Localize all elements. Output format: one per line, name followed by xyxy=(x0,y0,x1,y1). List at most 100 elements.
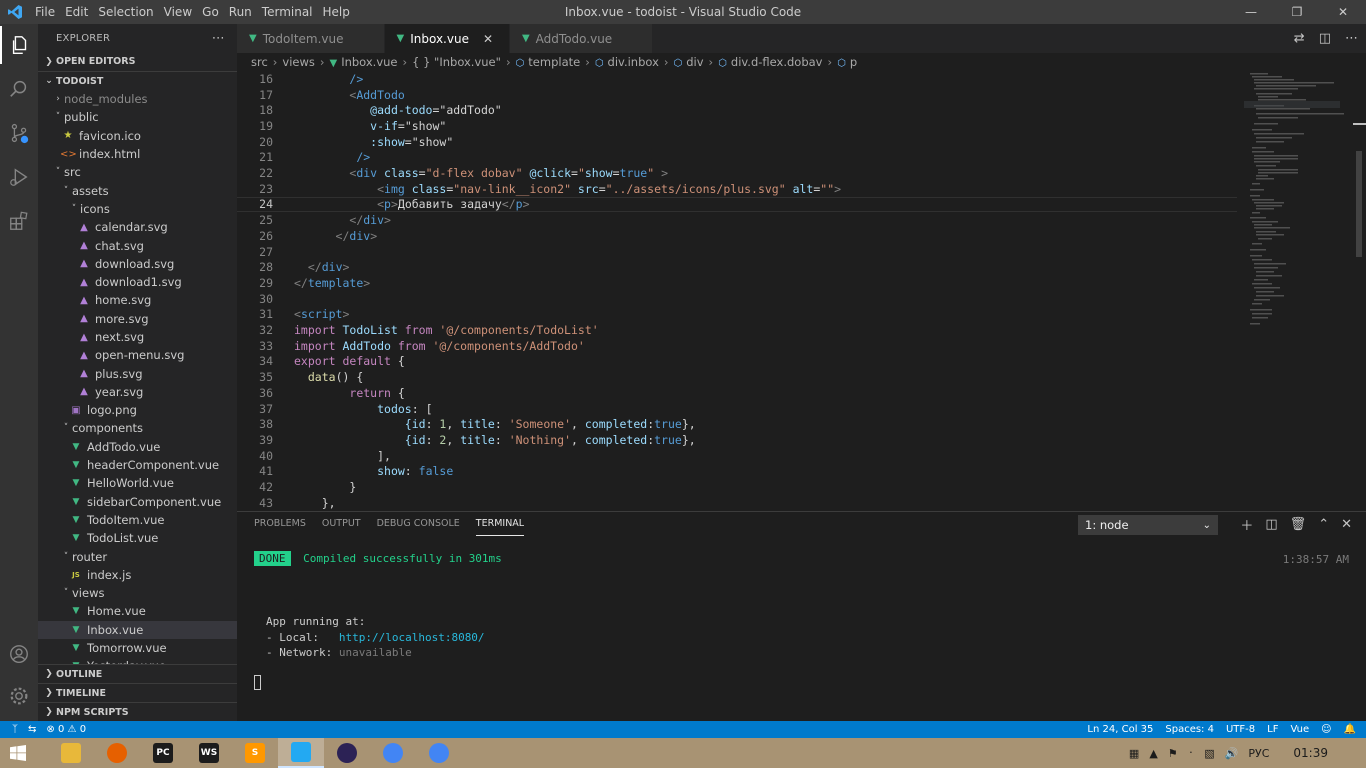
project-section[interactable]: ⌄ TODOIST xyxy=(38,71,237,90)
terminal-select[interactable]: 1: node ⌄ xyxy=(1078,515,1218,535)
file-tree-item[interactable]: ▲ plus.svg xyxy=(38,364,237,382)
problems-indicator[interactable]: ⊗ 0 ⚠ 0 xyxy=(46,724,86,735)
menu-item[interactable]: Go xyxy=(197,0,224,24)
breadcrumb-item[interactable]: ⬡ div xyxy=(674,55,704,69)
maximize-panel-chevron-up-icon[interactable]: ⌃ xyxy=(1318,517,1329,532)
more-actions-icon[interactable]: ⋯ xyxy=(212,31,225,46)
volume-icon[interactable]: 🔊 xyxy=(1225,747,1239,760)
file-tree-item[interactable]: › node_modules xyxy=(38,90,237,108)
file-tree-item[interactable]: ▲ calendar.svg xyxy=(38,218,237,236)
file-tree-item[interactable]: ▼ TodoList.vue xyxy=(38,529,237,547)
file-tree-item[interactable]: ▲ more.svg xyxy=(38,310,237,328)
taskbar-app[interactable] xyxy=(324,738,370,768)
file-tree-item[interactable]: ▼ HelloWorld.vue xyxy=(38,474,237,492)
file-tree-item[interactable]: ▼ Home.vue xyxy=(38,602,237,620)
manage-gear-icon[interactable] xyxy=(0,677,38,715)
restore-icon[interactable]: ❐ xyxy=(1274,0,1320,24)
file-tree-item[interactable]: ▲ next.svg xyxy=(38,328,237,346)
file-tree-item[interactable]: ▣ logo.png xyxy=(38,401,237,419)
breadcrumb-item[interactable]: ⬡ p xyxy=(837,55,857,69)
file-tree-item[interactable]: ▲ open-menu.svg xyxy=(38,346,237,364)
accounts-icon[interactable] xyxy=(0,635,38,673)
editor-tab[interactable]: ▼ TodoItem.vue xyxy=(237,24,385,53)
close-tab-icon[interactable]: ✕ xyxy=(483,32,497,46)
taskbar-app[interactable]: WS xyxy=(186,738,232,768)
file-tree-item[interactable]: JS index.js xyxy=(38,566,237,584)
input-language[interactable]: РУС xyxy=(1248,747,1269,760)
file-tree-item[interactable]: ˅ icons xyxy=(38,200,237,218)
network-signal-icon[interactable]: ▲ xyxy=(1149,747,1157,760)
file-tree-item[interactable]: ▼ TodoItem.vue xyxy=(38,511,237,529)
taskbar-clock[interactable]: 01:39 xyxy=(1293,746,1328,760)
new-terminal-plus-icon[interactable]: ＋ xyxy=(1240,515,1253,534)
flag-icon[interactable]: ⚑ xyxy=(1168,747,1178,760)
file-tree-item[interactable]: ˅ assets xyxy=(38,181,237,199)
taskbar-app[interactable] xyxy=(416,738,462,768)
minimize-icon[interactable]: — xyxy=(1228,0,1274,24)
file-tree-item[interactable]: ˅ src xyxy=(38,163,237,181)
menu-item[interactable]: Terminal xyxy=(257,0,318,24)
local-url-link[interactable]: http://localhost:8080/ xyxy=(339,631,485,644)
kill-terminal-trash-icon[interactable]: 🗑 xyxy=(1290,517,1307,532)
cursor-position[interactable]: Ln 24, Col 35 xyxy=(1087,724,1153,735)
taskbar-app[interactable] xyxy=(94,738,140,768)
breadcrumb-item[interactable]: { } "Inbox.vue" xyxy=(412,55,501,69)
open-changes-icon[interactable]: ⇄ xyxy=(1294,31,1305,46)
file-tree-item[interactable]: ▼ headerComponent.vue xyxy=(38,456,237,474)
file-tree-item[interactable]: ▼ Inbox.vue xyxy=(38,620,237,639)
file-tree-item[interactable]: ★ favicon.ico xyxy=(38,127,237,145)
editor-scrollbar[interactable] xyxy=(1352,71,1366,511)
editor-tab[interactable]: ▼ Inbox.vue ✕ xyxy=(384,24,510,53)
action-center-icon[interactable]: ▦ xyxy=(1129,747,1139,760)
bluetooth-icon[interactable]: ᛫ xyxy=(1188,747,1195,760)
breadcrumb-item[interactable]: views xyxy=(282,55,314,69)
npm-scripts-section[interactable]: ❯ NPM SCRIPTS xyxy=(38,702,237,721)
panel-tab[interactable]: PROBLEMS xyxy=(254,512,306,536)
menu-item[interactable]: Run xyxy=(224,0,257,24)
taskbar-app[interactable]: PC xyxy=(140,738,186,768)
language-mode[interactable]: Vue xyxy=(1290,724,1309,735)
breadcrumb-item[interactable]: ▼ Inbox.vue xyxy=(330,55,398,69)
split-editor-icon[interactable]: ◫ xyxy=(1319,31,1331,46)
editor-tab[interactable]: ▼ AddTodo.vue xyxy=(509,24,654,53)
menu-item[interactable]: Edit xyxy=(60,0,93,24)
feedback-icon[interactable]: ☺ xyxy=(1321,724,1331,735)
terminal-output[interactable]: DONE Compiled successfully in 301ms 1:38… xyxy=(254,551,1349,693)
taskbar-app[interactable] xyxy=(278,738,324,768)
file-tree-item[interactable]: ▲ download.svg xyxy=(38,255,237,273)
split-terminal-icon[interactable]: ◫ xyxy=(1265,517,1277,532)
explorer-files-icon[interactable] xyxy=(0,26,38,64)
breadcrumb-item[interactable]: ⬡ div.d-flex.dobav xyxy=(718,55,822,69)
extensions-icon[interactable] xyxy=(0,202,38,240)
code-editor[interactable]: 16 /> 17 <AddTodo 18 @add-todo="addTodo" 19… xyxy=(237,71,1366,511)
run-debug-icon[interactable] xyxy=(0,158,38,196)
panel-tab[interactable]: DEBUG CONSOLE xyxy=(377,512,460,536)
taskbar-app[interactable] xyxy=(48,738,94,768)
file-tree-item[interactable]: ▲ download1.svg xyxy=(38,273,237,291)
file-tree-item[interactable]: ˅ components xyxy=(38,419,237,437)
remote-sync-icon[interactable]: ⇆ xyxy=(28,724,36,735)
file-tree-item[interactable]: ▼ sidebarComponent.vue xyxy=(38,493,237,511)
menu-item[interactable]: File xyxy=(30,0,60,24)
file-tree-item[interactable]: ˅ public xyxy=(38,108,237,126)
end-of-line[interactable]: LF xyxy=(1267,724,1278,735)
git-branch-icon[interactable]: ᛉ xyxy=(12,724,18,735)
minimap[interactable] xyxy=(1242,71,1352,511)
file-tree-item[interactable]: ▲ home.svg xyxy=(38,291,237,309)
notifications-bell-icon[interactable]: 🔔 xyxy=(1344,724,1356,735)
file-tree-item[interactable]: <> index.html xyxy=(38,145,237,163)
file-tree-item[interactable]: ▲ year.svg xyxy=(38,383,237,401)
open-editors-section[interactable]: ❯ OPEN EDITORS xyxy=(38,52,237,71)
encoding[interactable]: UTF-8 xyxy=(1226,724,1255,735)
panel-tab[interactable]: TERMINAL xyxy=(475,512,525,536)
file-tree-item[interactable]: ▼ AddTodo.vue xyxy=(38,438,237,456)
windows-start-icon[interactable] xyxy=(0,738,36,768)
close-icon[interactable]: ✕ xyxy=(1320,0,1366,24)
file-tree-item[interactable]: ˅ router xyxy=(38,547,237,565)
breadcrumb-item[interactable]: ⬡ div.inbox xyxy=(595,55,659,69)
search-icon[interactable] xyxy=(0,70,38,108)
close-panel-icon[interactable]: ✕ xyxy=(1341,517,1352,532)
menu-item[interactable]: Selection xyxy=(93,0,158,24)
file-tree-item[interactable]: ▲ chat.svg xyxy=(38,236,237,254)
breadcrumb-item[interactable]: ⬡ template xyxy=(516,55,581,69)
